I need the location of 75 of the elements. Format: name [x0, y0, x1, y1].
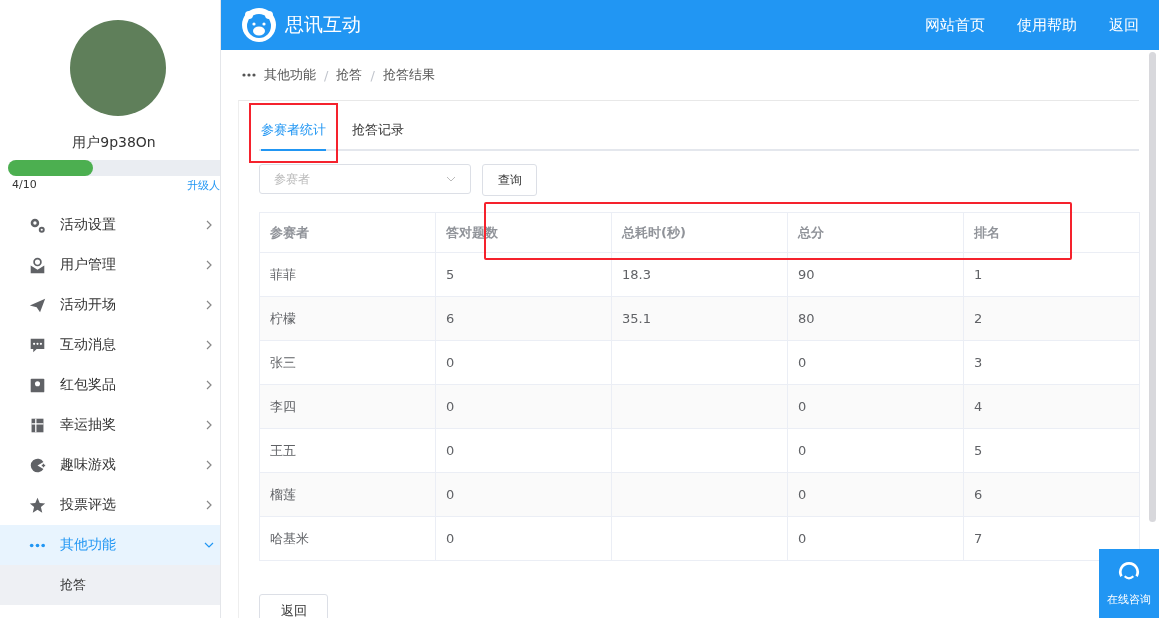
menu-item[interactable]: 红包奖品 — [0, 365, 220, 405]
chevron-icon — [204, 420, 214, 430]
column-header: 总耗时(秒) — [611, 212, 788, 253]
table-cell: 6 — [963, 472, 1140, 517]
scrollbar[interactable] — [1149, 52, 1156, 522]
chevron-icon — [204, 540, 214, 550]
chevron-icon — [204, 460, 214, 470]
table-cell: 哈基米 — [259, 516, 436, 561]
dots-icon — [29, 542, 46, 548]
chevron-icon — [204, 300, 214, 310]
user-icon — [29, 256, 46, 274]
table-cell: 80 — [787, 296, 964, 341]
table-cell: 0 — [787, 428, 964, 473]
star-icon — [29, 496, 46, 514]
submenu-item[interactable]: 抢答 — [0, 565, 220, 605]
table-cell: 榴莲 — [259, 472, 436, 517]
chevron-icon — [204, 340, 214, 350]
breadcrumb-separator: / — [324, 67, 329, 83]
table-cell: 0 — [435, 516, 612, 561]
table-cell: 2 — [963, 296, 1140, 341]
search-button[interactable]: 查询 — [482, 164, 537, 196]
back-button[interactable]: 返回 — [259, 594, 328, 618]
chevron-icon — [204, 220, 214, 230]
table-cell: 0 — [435, 384, 612, 429]
table-cell: 0 — [787, 384, 964, 429]
menu-item[interactable]: 用户管理 — [0, 245, 220, 285]
table-cell: 5 — [435, 252, 612, 297]
table-cell: 王五 — [259, 428, 436, 473]
gears-icon — [29, 216, 46, 234]
table-cell: 0 — [787, 340, 964, 385]
pacman-icon — [29, 456, 46, 474]
table-cell: 李四 — [259, 384, 436, 429]
gift-box-icon — [29, 416, 46, 434]
table-cell: 0 — [787, 472, 964, 517]
table-cell: 4 — [963, 384, 1140, 429]
bear-face-logo-icon — [241, 7, 277, 43]
table-cell: 1 — [963, 252, 1140, 297]
breadcrumb-link[interactable]: 抢答 — [336, 66, 363, 84]
column-header: 排名 — [963, 212, 1140, 253]
chat-bubble-icon — [29, 336, 46, 354]
chevron-icon — [204, 500, 214, 510]
table-cell: 0 — [435, 340, 612, 385]
tab[interactable]: 抢答记录 — [352, 121, 404, 151]
brand-name: 思讯互动 — [285, 12, 361, 37]
table-cell: 6 — [435, 296, 612, 341]
table-cell: 3 — [963, 340, 1140, 385]
table-cell: 18.3 — [611, 252, 788, 297]
table-cell: 0 — [787, 516, 964, 561]
breadcrumb-link[interactable]: 其他功能 — [264, 66, 316, 84]
table-cell: 35.1 — [611, 296, 788, 341]
chevron-icon — [204, 260, 214, 270]
breadcrumb-link[interactable]: 抢答结果 — [382, 66, 435, 84]
table-cell: 0 — [435, 472, 612, 517]
breadcrumb-separator: / — [370, 67, 375, 83]
column-header: 答对题数 — [435, 212, 612, 253]
quota-reading: 4/10 — [12, 178, 37, 193]
table-cell: 柠檬 — [259, 296, 436, 341]
dots-icon — [242, 73, 256, 77]
column-header: 总分 — [787, 212, 964, 253]
table-cell: 菲菲 — [259, 252, 436, 297]
menu-item[interactable]: 幸运抽奖 — [0, 405, 220, 445]
table-cell: 90 — [787, 252, 964, 297]
table-cell: 5 — [963, 428, 1140, 473]
menu-item[interactable]: 互动消息 — [0, 325, 220, 365]
table-cell: 0 — [435, 428, 612, 473]
chevron-icon — [446, 174, 456, 184]
paper-plane-icon — [29, 296, 46, 314]
menu-item[interactable]: 投票评选 — [0, 485, 220, 525]
username: 用户9p38On — [71, 134, 157, 152]
chevron-icon — [204, 380, 214, 390]
column-header: 参赛者 — [259, 212, 436, 253]
table-cell: 张三 — [259, 340, 436, 385]
menu-item[interactable]: 趣味游戏 — [0, 445, 220, 485]
menu-item[interactable]: 活动设置 — [0, 205, 220, 245]
menu-item[interactable]: 活动开场 — [0, 285, 220, 325]
